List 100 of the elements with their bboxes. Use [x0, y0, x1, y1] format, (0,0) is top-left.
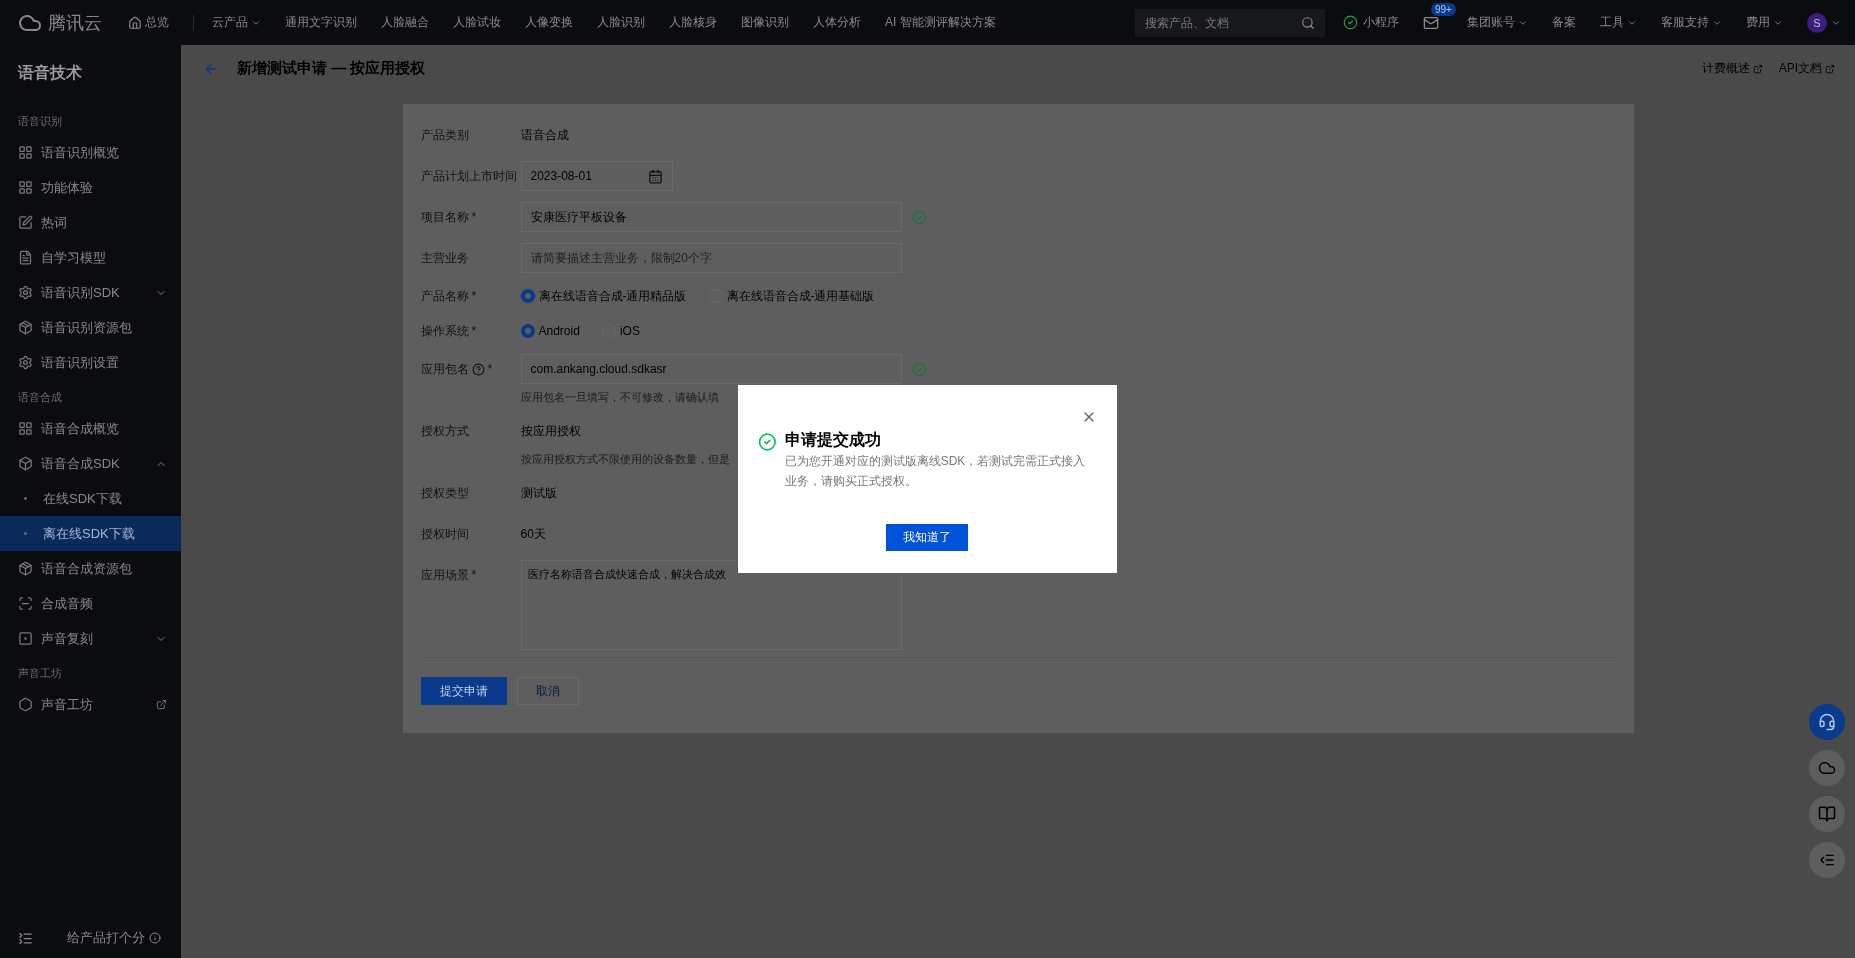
search-field[interactable]: 搜索产品、文档 — [1135, 8, 1325, 37]
submit-button[interactable]: 提交申请 — [420, 677, 507, 705]
menu-item-icon — [18, 145, 33, 160]
sidebar-item[interactable]: 在线SDK下载 — [0, 481, 181, 516]
docs-button[interactable] — [1809, 796, 1845, 832]
radio-option[interactable]: iOS — [601, 319, 640, 343]
date-input[interactable]: 2023-08-01 — [530, 169, 648, 183]
group-label: 语音识别 — [17, 114, 63, 129]
sidebar-item[interactable]: 声音工坊 — [0, 687, 181, 722]
sidebar-item[interactable]: 功能体验 — [0, 170, 181, 205]
nav-link[interactable]: 人脸识别 — [597, 14, 645, 31]
field-label: 应用场景 * — [420, 567, 478, 584]
cloud-button[interactable] — [1809, 750, 1845, 786]
avatar[interactable]: S — [1807, 12, 1827, 33]
nav-link[interactable]: 费用 — [1746, 14, 1783, 31]
menu-item-icon — [18, 631, 33, 646]
field-value: 语音合成 — [520, 127, 569, 144]
field-label: 项目名称 * — [420, 209, 478, 226]
sidebar-item[interactable]: 声音复刻 — [0, 621, 181, 656]
menu-item-icon — [18, 456, 33, 471]
list-icon — [1819, 852, 1835, 868]
menu-item-icon — [18, 215, 33, 230]
nav-link[interactable]: 人体分析 — [813, 14, 861, 31]
collapse-icon[interactable] — [18, 930, 33, 946]
book-icon — [1818, 805, 1836, 823]
text-area[interactable]: 医疗名称语音合成快速合成，解决合成效 — [520, 560, 902, 650]
sidebar-item[interactable]: 自学习模型 — [0, 240, 181, 275]
field-label: 授权类型 — [420, 485, 470, 502]
nav-link[interactable]: 人脸融合 — [381, 14, 429, 31]
sidebar-item[interactable]: 合成音频 — [0, 586, 181, 621]
sidebar-item[interactable]: 语音合成资源包 — [0, 551, 181, 586]
field-value: 按应用授权 — [520, 423, 582, 440]
field-label: 主营业务 — [420, 250, 470, 267]
check-circle-icon — [1343, 15, 1358, 30]
field-label: 产品类别 — [420, 127, 470, 144]
nav-link[interactable]: 人像变换 — [525, 14, 573, 31]
headset-icon — [1818, 713, 1836, 731]
home-icon — [128, 15, 142, 30]
nav-link[interactable]: 客服支持 — [1661, 14, 1722, 31]
search-icon[interactable] — [1301, 15, 1315, 30]
field-label: 产品名称 * — [420, 288, 478, 305]
dialog-message: 已为您开通对应的测试版离线SDK，若测试完需正式接入业务，请购买正式授权。 — [784, 453, 1087, 490]
field-label: 应用包名 * — [420, 361, 494, 378]
sidebar-item[interactable]: 语音识别设置 — [0, 345, 181, 380]
sidebar-item[interactable]: 语音识别资源包 — [0, 310, 181, 345]
nav-link[interactable]: 工具 — [1600, 14, 1637, 31]
page-title: 新增测试申请 — 按应用授权 — [237, 59, 426, 78]
nav-link[interactable]: 图像识别 — [741, 14, 789, 31]
radio-option[interactable]: 离在线语音合成-通用精品版 — [520, 284, 687, 308]
external-link-icon — [1825, 63, 1835, 74]
sidebar-item[interactable]: 语音合成概览 — [0, 411, 181, 446]
field-label: 操作系统 * — [420, 323, 478, 340]
nav-link[interactable]: 人脸核身 — [669, 14, 717, 31]
menu-item-icon — [18, 355, 33, 370]
nav-link[interactable]: 备案 — [1552, 14, 1576, 31]
field-label: 授权方式 — [420, 423, 470, 440]
radio-option[interactable]: Android — [520, 319, 580, 343]
logo-text[interactable]: 腾讯云 — [48, 10, 102, 35]
external-link-icon — [156, 699, 167, 710]
field-value: 60天 — [520, 526, 546, 543]
menu-item-icon — [18, 285, 33, 300]
sidebar-item[interactable]: 语音识别概览 — [0, 135, 181, 170]
nav-link[interactable]: AI 智能测评解决方案 — [885, 14, 996, 31]
menu-item-icon — [18, 596, 33, 611]
group-label: 语音合成 — [17, 390, 63, 405]
field-value: 测试版 — [520, 485, 557, 502]
menu-item-icon — [18, 250, 33, 265]
sidebar-item[interactable]: 热词 — [0, 205, 181, 240]
nav-link[interactable]: 云产品 — [212, 14, 261, 31]
nav-link[interactable]: 通用文字识别 — [285, 14, 357, 31]
help-icon[interactable] — [471, 362, 485, 376]
info-icon — [149, 932, 161, 944]
menu-item-icon — [18, 320, 33, 335]
list-button[interactable] — [1809, 842, 1845, 878]
date-picker[interactable]: 2023-08-01 — [520, 161, 673, 191]
sidebar-item[interactable]: 语音合成SDK — [0, 446, 181, 481]
cloud-icon — [1818, 759, 1836, 777]
group-label: 声音工坊 — [17, 666, 63, 681]
nav-link[interactable]: 集团账号 — [1467, 14, 1528, 31]
mini-program-link[interactable]: 小程序 — [1343, 14, 1399, 31]
calendar-icon[interactable] — [647, 168, 663, 184]
sidebar-item[interactable]: 离在线SDK下载 — [0, 516, 181, 551]
menu-item-icon — [18, 697, 33, 712]
field-label: 授权时间 — [420, 526, 470, 543]
sidebar-title: 语音技术 — [16, 63, 83, 83]
radio-option[interactable]: 离在线语音合成-通用基础版 — [708, 284, 875, 308]
external-link-icon — [1752, 63, 1763, 74]
dialog-title: 申请提交成功 — [784, 430, 882, 450]
mail-icon[interactable] — [1423, 14, 1439, 31]
support-button[interactable] — [1809, 704, 1845, 740]
notification-badge: 99+ — [1431, 2, 1456, 16]
sidebar-item[interactable]: 语音识别SDK — [0, 275, 181, 310]
search-input[interactable]: 搜索产品、文档 — [1145, 15, 1295, 30]
home-link[interactable]: 总览 — [128, 14, 169, 31]
menu-item-icon — [18, 180, 33, 195]
rating-link[interactable]: 给产品打个分 — [67, 929, 161, 947]
input-field[interactable]: 安康医疗平板设备 — [520, 202, 902, 232]
confirm-button[interactable]: 我知道了 — [885, 524, 968, 551]
input-field[interactable]: com.ankang.cloud.sdkasr — [520, 354, 902, 384]
nav-link[interactable]: 人脸试妆 — [453, 14, 501, 31]
